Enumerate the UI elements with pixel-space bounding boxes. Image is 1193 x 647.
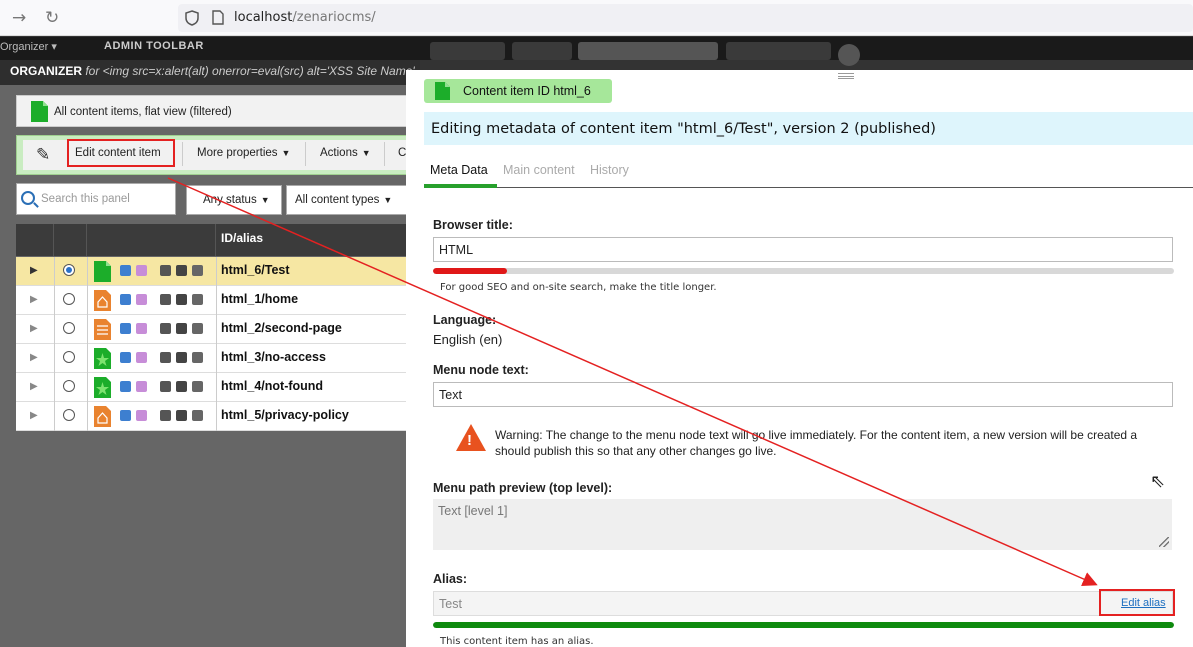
mouse-cursor-icon: ⇖: [1150, 471, 1166, 492]
annotation-arrow: [167, 177, 1098, 587]
